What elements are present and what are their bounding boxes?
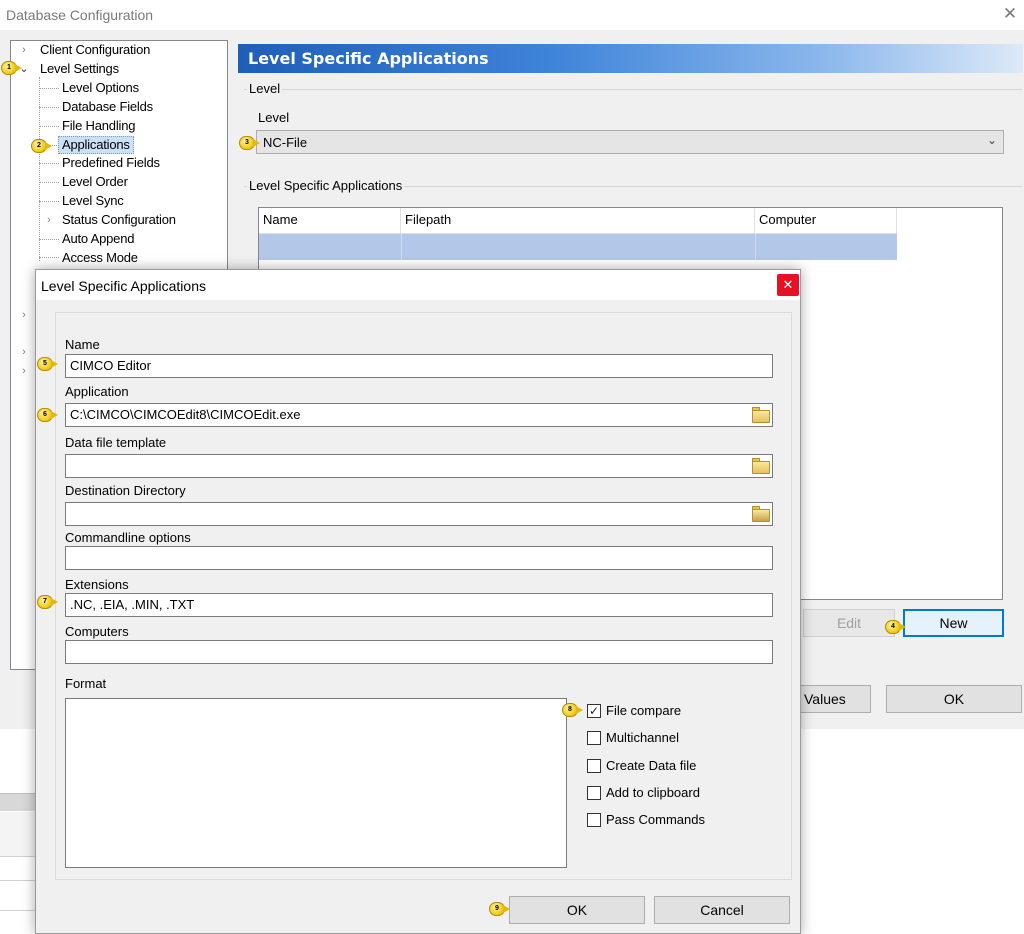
chevron-right-icon[interactable]: ›: [19, 41, 29, 59]
level-dropdown-value: NC-File: [263, 135, 308, 150]
chevron-right-icon[interactable]: ›: [19, 362, 29, 380]
tree-item-file-handling[interactable]: File Handling: [62, 117, 135, 135]
destination-directory-input[interactable]: [65, 502, 773, 526]
computers-label: Computers: [65, 624, 129, 639]
data-file-template-label: Data file template: [65, 435, 167, 450]
callout-marker: 8: [562, 703, 584, 717]
chevron-right-icon[interactable]: ›: [19, 343, 29, 361]
dialog-cancel-button[interactable]: Cancel: [654, 896, 790, 924]
column-header-name[interactable]: Name: [259, 208, 401, 234]
checkbox-check-icon: ✓: [587, 704, 601, 718]
callout-marker: 1: [1, 61, 23, 75]
callout-marker: 9: [489, 902, 511, 916]
background-window-strip: [0, 910, 36, 911]
chevron-right-icon[interactable]: ›: [19, 306, 29, 324]
tree-connector: [39, 88, 59, 89]
checkbox-box: [587, 813, 601, 827]
chevron-down-icon: ⌄: [987, 133, 998, 147]
edit-button[interactable]: Edit: [803, 609, 895, 637]
name-input[interactable]: CIMCO Editor: [65, 354, 773, 378]
tree-connector: [39, 107, 59, 108]
dialog-ok-button[interactable]: OK: [509, 896, 645, 924]
column-header-filepath[interactable]: Filepath: [401, 208, 755, 234]
tree-item-predefined-fields[interactable]: Predefined Fields: [62, 154, 160, 172]
checkbox-label: File compare: [606, 703, 682, 718]
format-textarea[interactable]: [65, 698, 567, 868]
chevron-right-icon[interactable]: ›: [44, 211, 54, 229]
panel-header: Level Specific Applications: [238, 44, 1023, 73]
close-icon[interactable]: ✕: [777, 274, 799, 296]
callout-marker: 5: [37, 357, 59, 371]
dialog-titlebar: Level Specific Applications ✕: [36, 270, 800, 300]
tree-connector: [39, 182, 59, 183]
tree-item-auto-append[interactable]: Auto Append: [62, 230, 134, 248]
callout-marker: 3: [239, 136, 261, 150]
computers-input[interactable]: [65, 640, 773, 664]
close-icon[interactable]: ✕: [1000, 4, 1020, 24]
tree-item-level-order[interactable]: Level Order: [62, 173, 128, 191]
level-field-label: Level: [258, 110, 290, 125]
tree-item-applications[interactable]: Applications: [58, 136, 134, 154]
checkbox-label: Multichannel: [606, 730, 679, 745]
tree-connector: [39, 239, 59, 240]
level-dropdown[interactable]: NC-File ⌄: [256, 130, 1004, 154]
tree-connector: [39, 77, 40, 261]
tree-connector: [39, 163, 59, 164]
application-label: Application: [65, 384, 129, 399]
checkbox-box: [587, 731, 601, 745]
checkbox-box: [587, 759, 601, 773]
application-input[interactable]: C:\CIMCO\CIMCOEdit8\CIMCOEdit.exe: [65, 403, 773, 427]
commandline-options-input[interactable]: [65, 546, 773, 570]
apps-group-label: Level Specific Applications: [247, 178, 405, 193]
callout-marker: 7: [37, 595, 59, 609]
background-window-strip: [0, 793, 36, 811]
name-label: Name: [65, 337, 100, 352]
folder-icon[interactable]: [751, 406, 771, 424]
checkbox-label: Add to clipboard: [606, 785, 700, 800]
tree-connector: [39, 201, 59, 202]
window-title: Database Configuration: [6, 7, 154, 23]
dialog-title: Level Specific Applications: [41, 278, 206, 294]
callout-marker: 4: [885, 620, 907, 634]
outer-ok-button[interactable]: OK: [886, 685, 1022, 713]
column-header-computer[interactable]: Computer: [755, 208, 897, 234]
checkbox-label: Create Data file: [606, 758, 697, 773]
row-separator: [755, 234, 756, 260]
new-button[interactable]: New: [903, 609, 1004, 637]
tree-item-level-sync[interactable]: Level Sync: [62, 192, 124, 210]
callout-marker: 6: [37, 408, 59, 422]
background-window-strip: [0, 812, 36, 857]
data-file-template-input[interactable]: [65, 454, 773, 478]
callout-marker: 2: [31, 139, 53, 153]
extensions-label: Extensions: [65, 577, 129, 592]
panel-title: Level Specific Applications: [248, 49, 489, 68]
tree-item-level-options[interactable]: Level Options: [62, 79, 139, 97]
checkbox-box: [587, 786, 601, 800]
extensions-input[interactable]: .NC, .EIA, .MIN, .TXT: [65, 593, 773, 617]
row-separator: [401, 234, 402, 260]
commandline-options-label: Commandline options: [65, 530, 191, 545]
checkbox-label: Pass Commands: [606, 812, 705, 827]
browse-folder-icon[interactable]: [751, 505, 771, 523]
level-group-label: Level: [247, 81, 283, 96]
group-border: [244, 89, 1022, 90]
background-window-strip: [0, 880, 36, 881]
format-label: Format: [65, 676, 107, 691]
outer-titlebar: Database Configuration ✕: [0, 0, 1024, 30]
tree-connector: [39, 257, 59, 258]
tree-item-database-fields[interactable]: Database Fields: [62, 98, 153, 116]
destination-directory-label: Destination Directory: [65, 483, 186, 498]
tree-item-status-configuration[interactable]: Status Configuration: [62, 211, 176, 229]
tree-item-access-mode[interactable]: Access Mode: [62, 249, 138, 267]
tree-item-client-configuration[interactable]: Client Configuration: [40, 41, 150, 59]
level-specific-applications-dialog: Level Specific Applications ✕ Name CIMCO…: [35, 269, 801, 934]
table-row[interactable]: [259, 234, 897, 260]
tree-connector: [39, 126, 59, 127]
folder-icon[interactable]: [751, 457, 771, 475]
tree-item-level-settings[interactable]: Level Settings: [40, 60, 119, 78]
